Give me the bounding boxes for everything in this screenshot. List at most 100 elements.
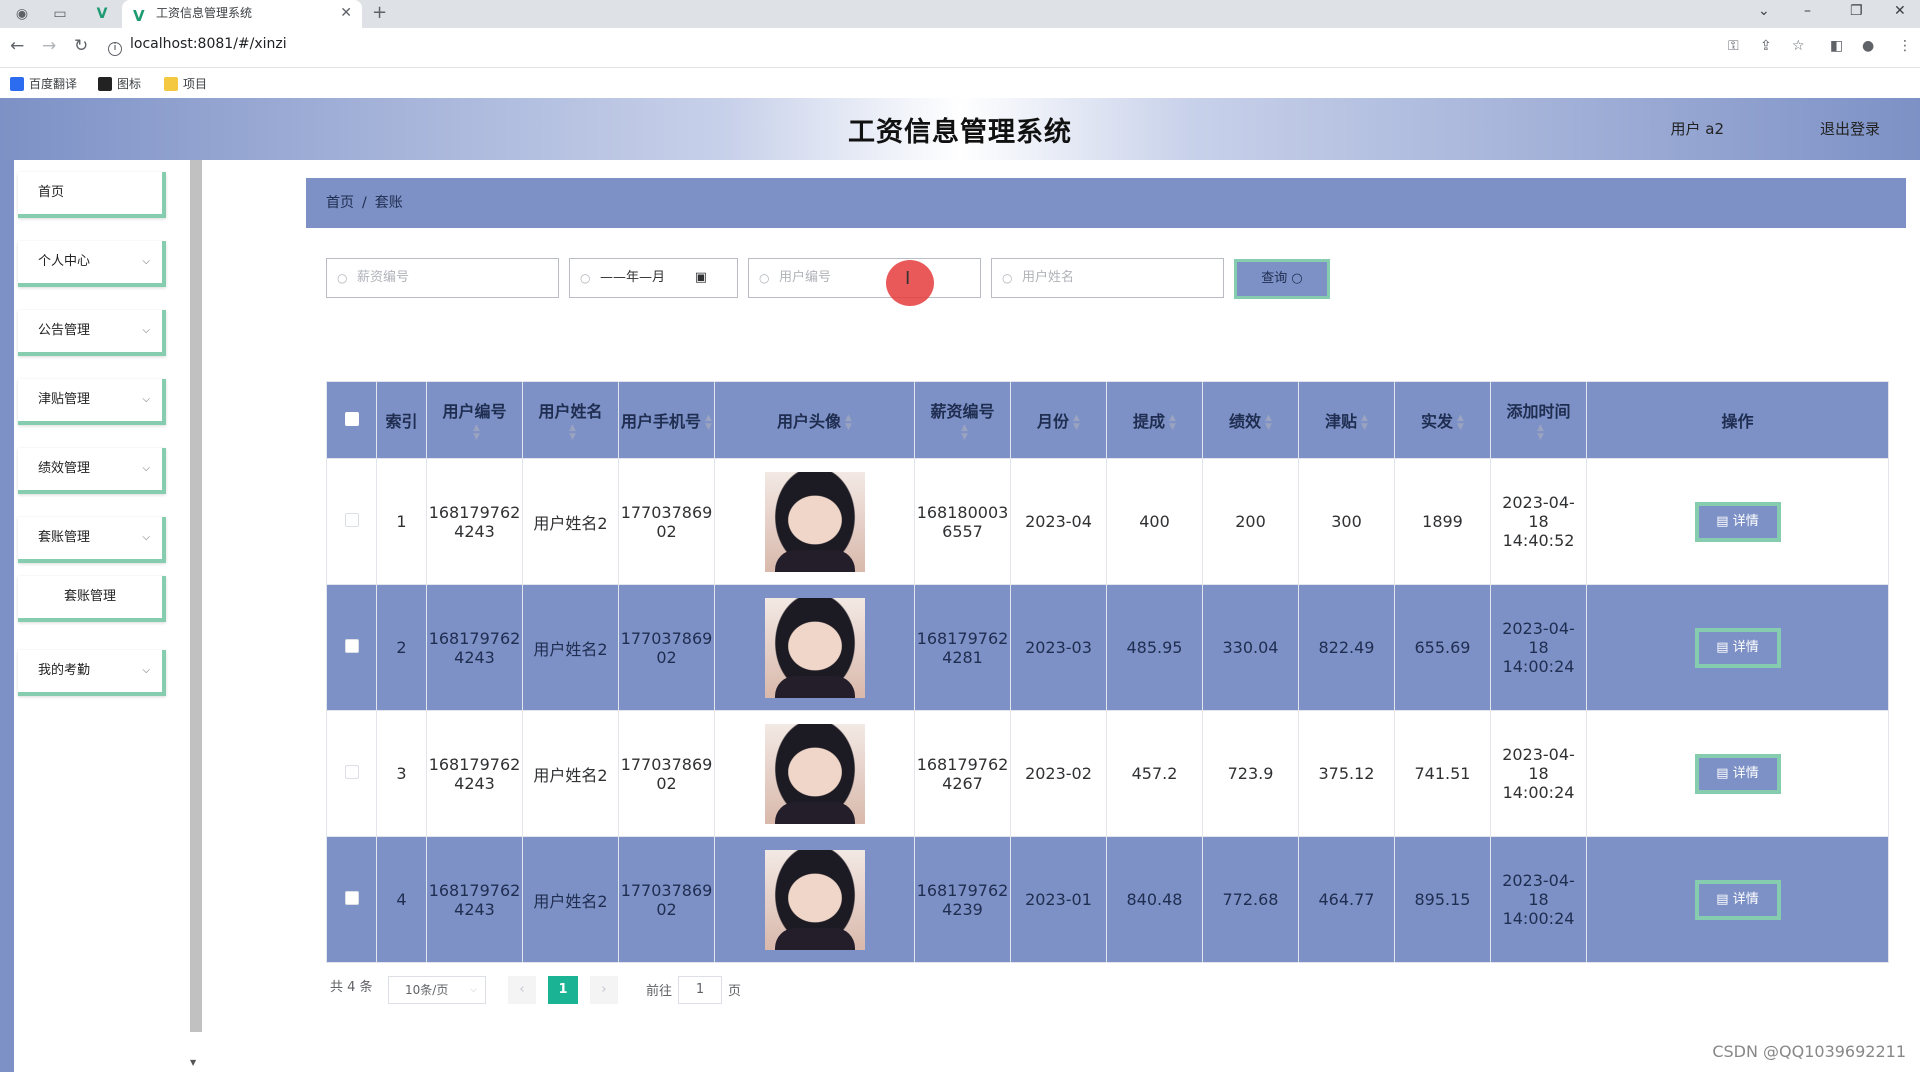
bookmark-star-icon[interactable]: ☆ xyxy=(1792,38,1805,54)
restore-icon[interactable]: ❐ xyxy=(1850,0,1863,22)
col-actual[interactable]: 实发 ▲ ▼ xyxy=(1394,381,1491,459)
detail-button[interactable]: ▤ 详情 xyxy=(1694,753,1781,794)
side-panel-icon[interactable]: ◧ xyxy=(1830,38,1843,54)
row-checkbox[interactable] xyxy=(344,891,359,905)
col-user-name[interactable]: 用户姓名 ▲ ▼ xyxy=(522,381,619,459)
col-salary-no[interactable]: 薪资编号 ▲ ▼ xyxy=(914,381,1011,459)
scroll-down-icon[interactable]: ▼ xyxy=(190,1058,196,1067)
sidebar-item-attendance[interactable]: 我的考勤 ⌵ xyxy=(18,650,166,696)
cell-commission: 457.2 xyxy=(1106,710,1203,837)
row-checkbox[interactable] xyxy=(344,639,359,653)
search-icon: ○ xyxy=(580,271,591,285)
cell-performance: 723.9 xyxy=(1202,710,1299,837)
cell-phone: 17703786902 xyxy=(618,836,715,963)
breadcrumb-home[interactable]: 首页 xyxy=(326,195,354,211)
sort-icon[interactable]: ▲ ▼ xyxy=(1457,413,1464,432)
reload-icon[interactable]: ↻ xyxy=(74,36,88,56)
sidebar-item-home[interactable]: 首页 xyxy=(18,172,166,218)
key-icon[interactable]: ⚿ xyxy=(1728,38,1739,54)
logout-link[interactable]: 退出登录 xyxy=(1820,118,1880,139)
sidebar-item-personal-center[interactable]: 个人中心 ⌵ xyxy=(18,241,166,287)
col-performance[interactable]: 绩效 ▲ ▼ xyxy=(1202,381,1299,459)
more-menu-icon[interactable]: ⋮ xyxy=(1898,38,1912,54)
sort-icon[interactable]: ▲ ▼ xyxy=(705,413,712,432)
sidebar-scrollbar[interactable] xyxy=(190,160,202,1032)
table-row: 2 1681797624243 用户姓名2 17703786902 168179… xyxy=(326,584,1889,711)
bookmark-item[interactable]: 图标 xyxy=(98,75,141,92)
cell-commission: 400 xyxy=(1106,458,1203,585)
site-info-icon[interactable]: i xyxy=(108,42,122,56)
sort-icon[interactable]: ▲ ▼ xyxy=(1169,413,1176,432)
sort-icon[interactable]: ▲ ▼ xyxy=(473,423,480,442)
share-icon[interactable]: ⇪ xyxy=(1760,38,1772,54)
close-window-icon[interactable]: ✕ xyxy=(1894,0,1906,22)
prev-page-button[interactable]: ‹ xyxy=(508,976,536,1004)
sort-icon[interactable]: ▲ ▼ xyxy=(1361,413,1368,432)
detail-button[interactable]: ▤ 详情 xyxy=(1694,879,1781,920)
month-picker[interactable]: ○ ——年—月 ▣ xyxy=(569,258,738,298)
goto-page-input[interactable]: 1 xyxy=(678,976,722,1004)
salary-no-input[interactable]: ○ 薪资编号 xyxy=(326,258,559,298)
sidebar-item-ledger[interactable]: 套账管理 ⌵ xyxy=(18,517,166,563)
tab-search-icon[interactable]: ⌄ xyxy=(1758,0,1770,22)
minimize-icon[interactable]: – xyxy=(1804,0,1811,22)
forward-icon[interactable]: → xyxy=(42,36,56,56)
vue-tab-icon[interactable]: V xyxy=(90,4,114,24)
sort-icon[interactable]: ▲ ▼ xyxy=(569,423,576,442)
calendar-icon[interactable]: ▣ xyxy=(695,259,707,297)
chevron-down-icon: ⌵ xyxy=(142,325,150,336)
sort-icon[interactable]: ▲ ▼ xyxy=(1265,413,1272,432)
user-avatar-image xyxy=(764,597,865,698)
row-checkbox[interactable] xyxy=(344,765,359,779)
user-no-input[interactable]: ○ 用户编号 xyxy=(748,258,981,298)
month-value: ——年—月 xyxy=(600,270,666,285)
cell-phone: 17703786902 xyxy=(618,584,715,711)
sidebar-item-allowance[interactable]: 津贴管理 ⌵ xyxy=(18,379,166,425)
bookmark-item[interactable]: 项目 xyxy=(164,75,207,92)
col-commission[interactable]: 提成 ▲ ▼ xyxy=(1106,381,1203,459)
row-checkbox[interactable] xyxy=(344,513,359,527)
bookmark-item[interactable]: 百度翻译 xyxy=(10,75,77,92)
page-size-select[interactable]: 10条/页 ⌵ xyxy=(388,976,486,1004)
sort-icon[interactable]: ▲ ▼ xyxy=(1537,423,1544,442)
cell-user-no: 1681797624243 xyxy=(426,584,523,711)
select-all-cell xyxy=(326,381,377,459)
query-button[interactable]: 查询 ○ xyxy=(1234,259,1330,299)
blank-tab-icon[interactable]: ▭ xyxy=(48,4,72,24)
col-added-time[interactable]: 添加时间 ▲ ▼ xyxy=(1490,381,1587,459)
user-name-input[interactable]: ○ 用户姓名 xyxy=(991,258,1224,298)
cell-actual: 741.51 xyxy=(1394,710,1491,837)
col-user-no[interactable]: 用户编号 ▲ ▼ xyxy=(426,381,523,459)
detail-button[interactable]: ▤ 详情 xyxy=(1694,627,1781,668)
browser-tab-active[interactable]: V 工资信息管理系统 ✕ xyxy=(122,0,362,28)
url-field[interactable]: i localhost:8081/#/xinzi xyxy=(108,36,287,56)
cell-month: 2023-03 xyxy=(1010,584,1107,711)
sidebar-item-announcements[interactable]: 公告管理 ⌵ xyxy=(18,310,166,356)
address-bar-row: ← → ↻ i localhost:8081/#/xinzi ⚿ ⇪ ☆ ◧ ● … xyxy=(0,28,1920,68)
total-count: 共 4 条 xyxy=(330,980,373,995)
sidebar-item-performance[interactable]: 绩效管理 ⌵ xyxy=(18,448,166,494)
sort-icon[interactable]: ▲ ▼ xyxy=(1073,413,1080,432)
col-avatar[interactable]: 用户头像 ▲ ▼ xyxy=(714,381,915,459)
profile-icon[interactable]: ● xyxy=(1862,38,1874,54)
sort-icon[interactable]: ▲ ▼ xyxy=(845,413,852,432)
col-month[interactable]: 月份 ▲ ▼ xyxy=(1010,381,1107,459)
cell-user-name: 用户姓名2 xyxy=(522,458,619,585)
page-number-current[interactable]: 1 xyxy=(548,976,578,1004)
next-page-button[interactable]: › xyxy=(590,976,618,1004)
new-tab-icon[interactable]: + xyxy=(372,0,387,26)
table-row: 3 1681797624243 用户姓名2 17703786902 168179… xyxy=(326,710,1889,837)
close-tab-icon[interactable]: ✕ xyxy=(340,0,352,26)
select-all-checkbox[interactable] xyxy=(344,411,359,426)
table-row: 1 1681797624243 用户姓名2 17703786902 168180… xyxy=(326,458,1889,585)
cell-added-time: 2023-04-18 14:00:24 xyxy=(1490,836,1587,963)
col-allowance[interactable]: 津贴 ▲ ▼ xyxy=(1298,381,1395,459)
col-phone[interactable]: 用户手机号 ▲ ▼ xyxy=(618,381,715,459)
detail-button[interactable]: ▤ 详情 xyxy=(1694,501,1781,542)
user-no-placeholder: 用户编号 xyxy=(779,270,832,285)
github-icon[interactable]: ◉ xyxy=(10,4,34,24)
sidebar-subitem-ledger-manage[interactable]: 套账管理 xyxy=(18,576,166,622)
sort-icon[interactable]: ▲ ▼ xyxy=(961,423,968,442)
back-icon[interactable]: ← xyxy=(10,36,24,56)
cell-month: 2023-04 xyxy=(1010,458,1107,585)
